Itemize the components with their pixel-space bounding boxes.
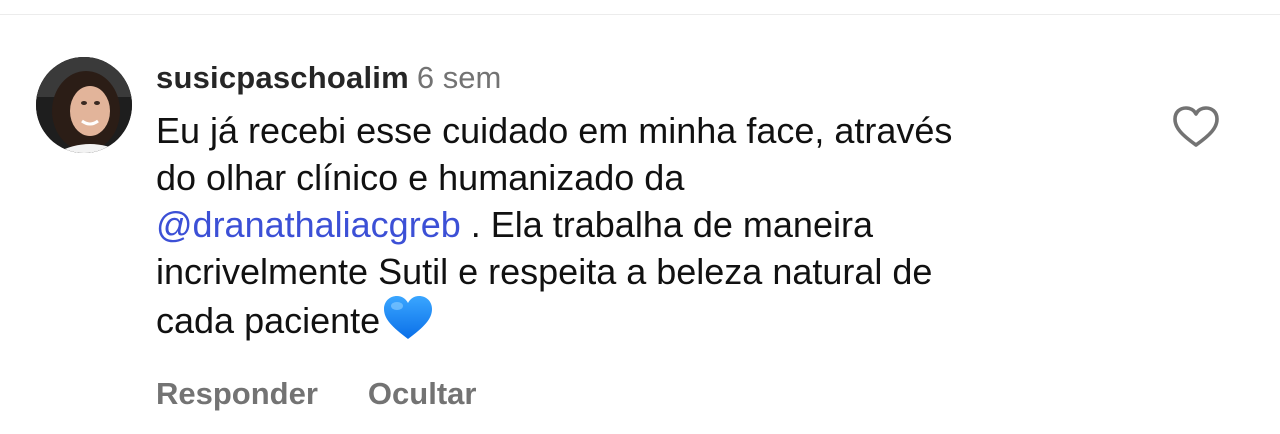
mention-link[interactable]: @dranathaliacgreb <box>156 204 461 245</box>
reply-button[interactable]: Responder <box>156 376 318 411</box>
comment-text-fragment: cada paciente <box>156 300 381 341</box>
comment-text-fragment: . Ela trabalha de maneira <box>460 204 873 245</box>
heart-outline-icon <box>1173 106 1219 147</box>
comment-page: susicpaschoalim 6 sem Eu já recebi esse c… <box>0 0 1280 434</box>
comment: susicpaschoalim 6 sem Eu já recebi esse c… <box>156 56 1156 344</box>
comment-text-line: cada paciente <box>156 295 1146 344</box>
avatar-image <box>36 57 132 153</box>
blue-heart-emoji-icon <box>384 296 433 339</box>
comment-text: Eu já recebi esse cuidado em minha face,… <box>156 107 1146 344</box>
divider <box>0 14 1280 15</box>
comment-actions: Responder Ocultar <box>156 372 476 416</box>
comment-header: susicpaschoalim 6 sem <box>156 56 1156 100</box>
comment-text-line: @dranathaliacgreb . Ela trabalha de mane… <box>156 201 1146 248</box>
comment-text-line: incrivelmente Sutil e respeita a beleza … <box>156 251 933 292</box>
like-button[interactable] <box>1170 104 1222 150</box>
comment-text-line: Eu já recebi esse cuidado em minha face,… <box>156 110 953 151</box>
hide-button[interactable]: Ocultar <box>368 376 477 411</box>
comment-timestamp: 6 sem <box>416 60 502 95</box>
username-link[interactable]: susicpaschoalim <box>156 60 409 95</box>
avatar[interactable] <box>36 57 132 153</box>
comment-text-line: do olhar clínico e humanizado da <box>156 157 685 198</box>
